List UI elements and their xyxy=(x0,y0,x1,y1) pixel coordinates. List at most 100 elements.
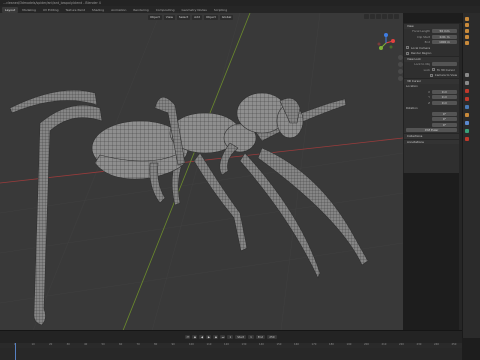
camera-to-view-checkbox[interactable] xyxy=(429,73,433,77)
jump-end-icon[interactable]: ⏭ xyxy=(220,335,226,339)
tab-animation[interactable]: Animation xyxy=(108,7,129,13)
properties-outliner-strip xyxy=(462,13,480,338)
material-properties-icon[interactable] xyxy=(465,137,469,141)
render-properties-icon[interactable] xyxy=(465,81,469,85)
overlays-icon[interactable] xyxy=(376,14,381,19)
outliner-object-icon[interactable] xyxy=(465,35,469,39)
outliner-collection-icon[interactable] xyxy=(465,17,469,21)
timeline-tick: 200 xyxy=(364,343,369,346)
timeline-tick: 210 xyxy=(381,343,387,346)
keyframe-prev-icon[interactable]: ◆ xyxy=(192,335,198,339)
timeline-tick: 190 xyxy=(346,343,352,346)
world-properties-icon[interactable] xyxy=(465,105,469,109)
tab-compositing[interactable]: Compositing xyxy=(153,7,178,13)
scene-properties-icon[interactable] xyxy=(465,97,469,101)
timeline-tick: 130 xyxy=(241,343,247,346)
render-region-checkbox[interactable] xyxy=(406,51,409,55)
lock-label: Lock xyxy=(423,67,430,72)
modifier-properties-icon[interactable] xyxy=(465,121,469,125)
y-label: Y xyxy=(428,95,430,100)
focal-length-field[interactable]: 50 mm xyxy=(432,29,457,34)
timeline-tick: 10 xyxy=(31,343,35,346)
3d-viewport[interactable]: Object View Select Add Object Global xyxy=(0,13,403,338)
tool-properties-icon[interactable] xyxy=(465,73,469,77)
timeline-tick: 140 xyxy=(259,343,264,346)
tab-modeling[interactable]: Modeling xyxy=(19,7,39,13)
timeline-tick: 30 xyxy=(66,343,70,346)
tab-geometry-nodes[interactable]: Geometry Nodes xyxy=(179,7,210,13)
end-frame-label: End xyxy=(255,335,266,339)
tab-uv-editing[interactable]: UV Editing xyxy=(40,7,62,13)
timeline-tick: 120 xyxy=(224,343,229,346)
lock-to-object-field[interactable] xyxy=(432,62,457,67)
play-icon[interactable]: ▶ xyxy=(206,335,212,339)
to-3d-cursor-checkbox[interactable] xyxy=(432,68,435,72)
sidebar-n-panel: View Focal Length 50 mm Clip Start 0.01 … xyxy=(403,23,459,173)
timeline-tick: 230 xyxy=(416,343,422,346)
select-menu[interactable]: Select xyxy=(176,14,191,20)
rotation-label: Rotation xyxy=(406,106,418,111)
timeline-tick: 110 xyxy=(206,343,212,346)
play-reverse-icon[interactable]: ◀ xyxy=(199,335,205,339)
timeline-tick: 100 xyxy=(189,343,194,346)
cursor-x-field[interactable]: 0 m xyxy=(432,89,457,94)
timeline-tick: 40 xyxy=(84,343,88,346)
timeline-editor: ⏮ ◆ ◀ ▶ ◆ ⏭ 1 Start 1 End 250 0102030405… xyxy=(0,330,462,360)
z-label: Z xyxy=(428,100,430,105)
rotation-z-field[interactable]: 0° xyxy=(432,122,457,127)
data-properties-icon[interactable] xyxy=(465,129,469,133)
cursor-y-field[interactable]: 0 m xyxy=(432,95,457,100)
solid-shading-icon[interactable] xyxy=(394,14,399,19)
output-properties-icon[interactable] xyxy=(465,89,469,93)
tab-rendering[interactable]: Rendering xyxy=(130,7,151,13)
view-menu[interactable]: View xyxy=(163,14,175,20)
xray-icon[interactable] xyxy=(382,14,387,19)
local-camera-checkbox[interactable] xyxy=(406,46,409,50)
playhead[interactable] xyxy=(15,343,16,360)
annotations-section-header[interactable]: Annotations xyxy=(404,138,459,144)
timeline-tick: 220 xyxy=(399,343,404,346)
timeline-tick: 180 xyxy=(329,343,334,346)
end-frame-field[interactable]: 250 xyxy=(267,335,277,339)
gizmo-toggle-icon[interactable] xyxy=(370,14,375,19)
clip-end-field[interactable]: 1000 m xyxy=(432,40,457,45)
tab-scripting[interactable]: Scripting xyxy=(211,7,230,13)
rotation-x-field[interactable]: 0° xyxy=(432,111,457,116)
tab-texture-paint[interactable]: Texture Paint xyxy=(63,7,88,13)
current-frame-field[interactable]: 1 xyxy=(227,335,234,339)
timeline-tick: 60 xyxy=(119,343,123,346)
jump-start-icon[interactable]: ⏮ xyxy=(185,335,191,339)
clip-start-field[interactable]: 0.01 m xyxy=(432,34,457,39)
rotation-y-field[interactable]: 0° xyxy=(432,117,457,122)
timeline-tick: 90 xyxy=(171,343,175,346)
playback-controls: ⏮ ◆ ◀ ▶ ◆ ⏭ 1 Start 1 End 250 xyxy=(0,334,462,340)
tab-layout[interactable]: Layout xyxy=(2,6,19,13)
outliner-object-icon[interactable] xyxy=(465,29,469,33)
object-menu[interactable]: Object xyxy=(203,14,218,20)
navigation-gizmo-icon[interactable] xyxy=(376,33,396,53)
timeline-tick: 150 xyxy=(276,343,282,346)
x-label: X xyxy=(428,89,430,94)
to-3d-cursor-label: To 3D Cursor xyxy=(437,67,455,72)
viewport-canvas[interactable] xyxy=(0,13,403,338)
cursor-z-field[interactable]: 0 m xyxy=(432,100,457,105)
start-frame-field[interactable]: 1 xyxy=(248,335,254,339)
timeline-track[interactable] xyxy=(0,348,462,360)
outliner-object-icon[interactable] xyxy=(465,23,469,27)
timeline-tick: 80 xyxy=(154,343,158,346)
outliner-object-icon[interactable] xyxy=(465,41,469,45)
ant-mesh[interactable] xyxy=(9,89,369,326)
timeline-tick: 70 xyxy=(136,343,140,346)
timeline-tick: 170 xyxy=(311,343,317,346)
focal-length-label: Focal Length xyxy=(412,29,430,34)
transform-orientation-menu[interactable]: Global xyxy=(219,14,234,20)
object-properties-icon[interactable] xyxy=(465,113,469,117)
rotation-mode-dropdown[interactable]: XYZ Euler xyxy=(406,128,457,133)
wireframe-shading-icon[interactable] xyxy=(388,14,393,19)
add-menu[interactable]: Add xyxy=(192,14,202,20)
visibility-icon[interactable] xyxy=(364,14,369,19)
keyframe-next-icon[interactable]: ◆ xyxy=(213,335,219,339)
tab-shading[interactable]: Shading xyxy=(89,7,107,13)
object-mode-menu[interactable]: Object xyxy=(148,14,162,20)
timeline-tick: 240 xyxy=(434,343,439,346)
